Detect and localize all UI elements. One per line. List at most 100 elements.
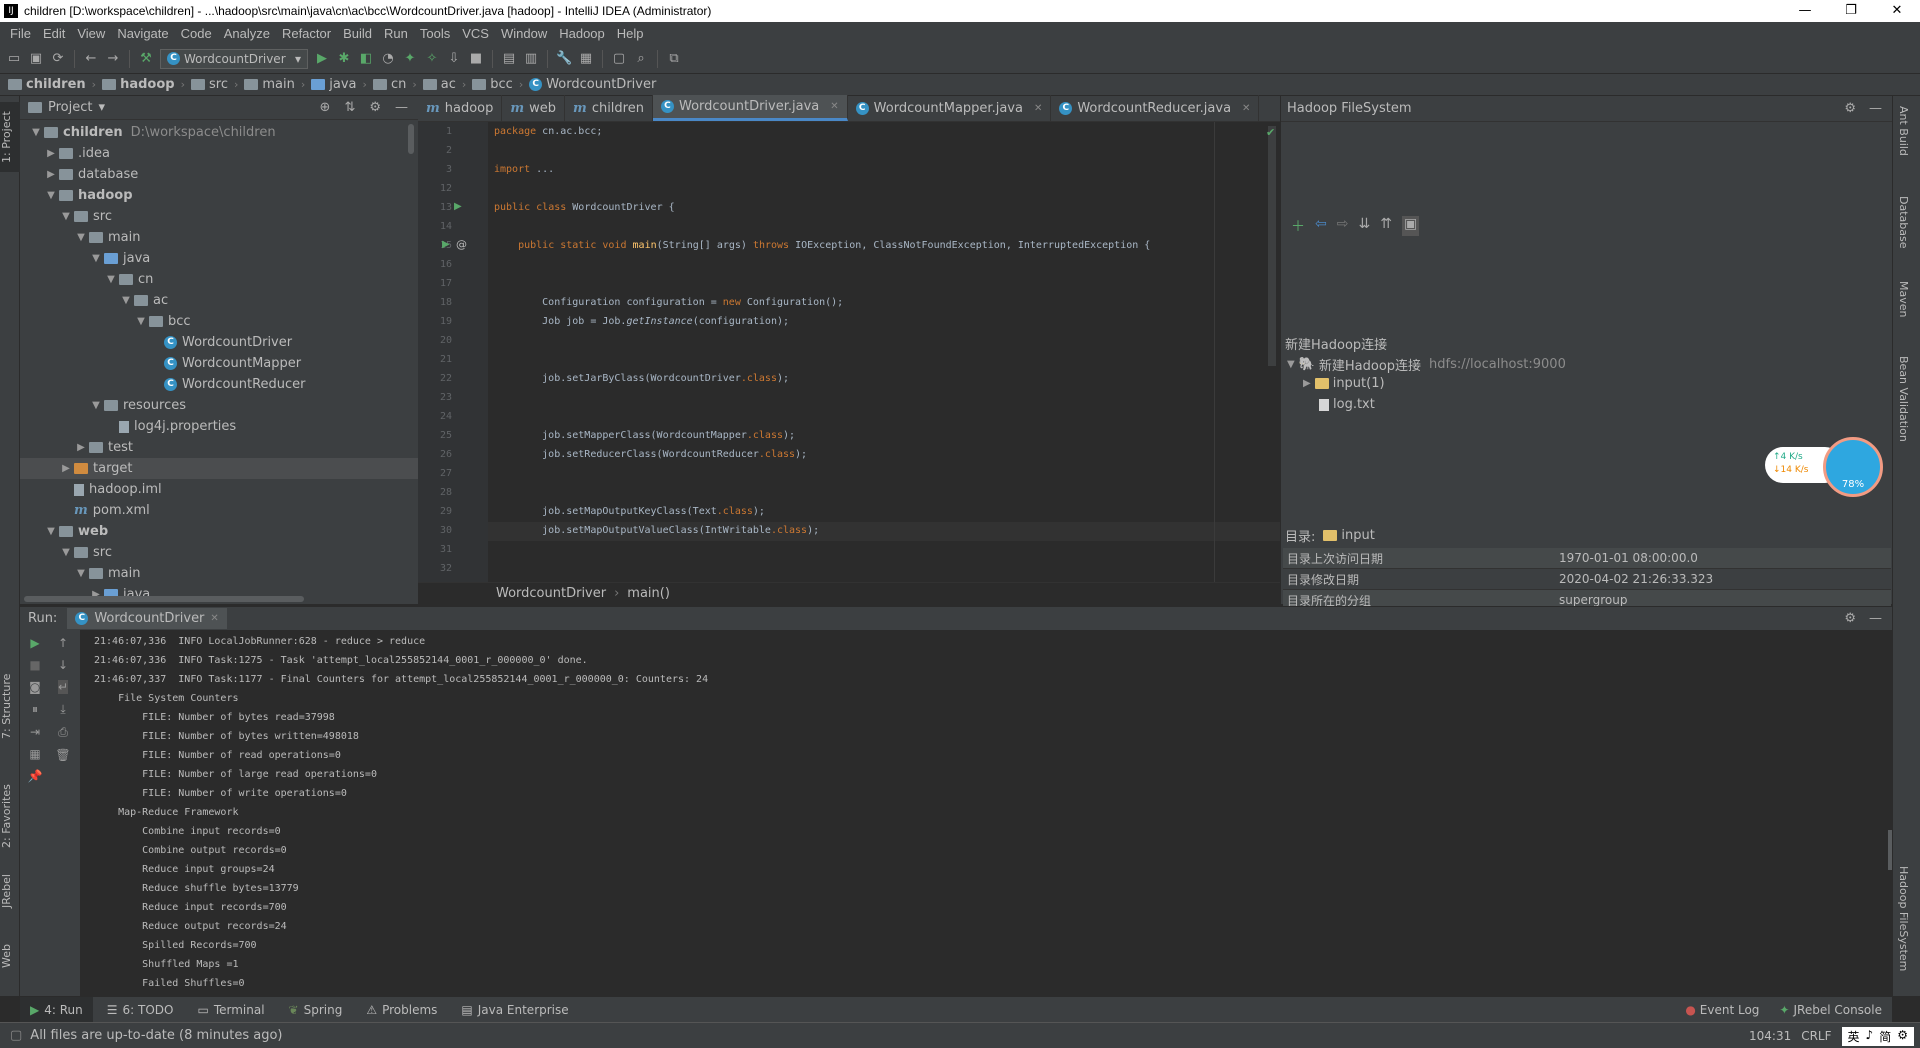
tab-web[interactable]: Web [0,936,20,976]
expanded-arrow-icon[interactable]: ▼ [133,316,149,327]
soft-wrap-icon[interactable]: ↵ [57,680,69,694]
menu-tools[interactable]: Tools [414,26,456,41]
breadcrumb-item[interactable]: C WordcountDriver [529,77,656,92]
tab-structure[interactable]: 7: Structure [0,666,20,746]
search-icon[interactable]: ⌕ [633,51,649,67]
scroll-to-end-icon[interactable]: ⤓ [60,702,65,717]
menu-analyze[interactable]: Analyze [218,26,276,41]
menu-build[interactable]: Build [337,26,378,41]
close-icon[interactable]: ✕ [1242,103,1250,114]
tree-item[interactable]: m pom.xml [20,500,418,521]
hide-panel-icon[interactable]: — [1869,101,1882,116]
tree-item[interactable]: ▼ bcc [20,311,418,332]
code-line[interactable]: public class WordcountDriver { [494,202,675,213]
tab-jrebel[interactable]: JRebel [0,866,20,916]
sync-icon[interactable]: ⟳ [50,51,66,67]
tab-todo[interactable]: ☰ 6: TODO [97,997,184,1023]
maximize-button[interactable]: ❐ [1828,0,1874,22]
update-icon[interactable]: ▥ [523,51,539,67]
tree-item[interactable]: C WordcountReducer [20,374,418,395]
back-icon[interactable]: ← [83,51,99,67]
tree-item[interactable]: ▼ cn [20,269,418,290]
code-line[interactable]: job.setMapperClass(WordcountMapper.class… [494,430,795,441]
layout-toggle-icon[interactable]: ▢ [10,1028,22,1043]
ime-item[interactable]: 简 [1879,1028,1891,1045]
jrebel-run-icon[interactable]: ✦ [402,51,418,67]
expanded-arrow-icon[interactable]: ▼ [43,526,59,537]
debug-icon[interactable]: ✱ [336,51,352,67]
expanded-arrow-icon[interactable]: ▼ [1287,359,1295,370]
terminal-window-icon[interactable]: ▢ [611,51,627,67]
chevron-down-icon[interactable]: ▾ [98,100,105,115]
tab-java-enterprise[interactable]: ▤ Java Enterprise [451,997,578,1023]
tab-run[interactable]: ▶ 4: Run [20,996,93,1023]
minimize-button[interactable]: — [1782,0,1828,22]
breadcrumb-item[interactable]: ac [422,77,456,92]
expand-all-icon[interactable]: ⇊ [1358,216,1370,236]
tree-item[interactable]: ▼ main [20,227,418,248]
expanded-arrow-icon[interactable]: ▼ [73,568,89,579]
editor-tab[interactable]: m hadoop [418,95,503,121]
services-icon[interactable]: ⧉ [666,51,682,67]
editor-scrollbar[interactable] [1268,126,1276,366]
tree-item[interactable]: ▼ java [20,248,418,269]
tree-item[interactable]: ▼ web [20,521,418,542]
collapse-all-icon[interactable]: ⇈ [1380,216,1392,236]
close-icon[interactable]: ✕ [1034,103,1042,114]
tree-item[interactable]: ▶ test [20,437,418,458]
hide-panel-icon[interactable]: — [1869,611,1882,626]
code-line[interactable]: job.setReducerClass(WordcountReducer.cla… [494,449,807,460]
project-panel-title[interactable]: Project [48,100,92,115]
export-icon[interactable]: ⇥ [30,725,40,739]
horizontal-scrollbar[interactable] [24,596,304,602]
close-icon[interactable]: ✕ [830,101,838,112]
code-line[interactable]: public static void main(String[] args) t… [494,240,1150,251]
tree-item[interactable]: hadoop.iml [20,479,418,500]
tab-maven[interactable]: Maven [1897,281,1910,317]
tab-database[interactable]: Database [1897,196,1910,249]
collapsed-arrow-icon[interactable]: ▶ [58,463,74,474]
code-line[interactable]: import ... [494,164,554,175]
expanded-arrow-icon[interactable]: ▼ [118,295,134,306]
vcs-icon[interactable]: ▤ [501,51,517,67]
expanded-arrow-icon[interactable]: ▼ [73,232,89,243]
breadcrumb-item[interactable]: hadoop [102,77,175,92]
stop-icon[interactable]: ■ [29,658,40,672]
property-row[interactable]: 目录修改日期 2020-04-02 21:26:33.323 [1283,569,1891,590]
settings-panel-icon[interactable]: ▣ [1401,216,1420,236]
menu-run[interactable]: Run [378,26,414,41]
breadcrumb-item[interactable]: bcc [472,77,513,92]
tree-item[interactable]: ▶ .idea [20,143,418,164]
forward-icon[interactable]: → [105,51,121,67]
ime-item[interactable]: 英 [1848,1028,1860,1045]
menu-edit[interactable]: Edit [37,26,71,41]
run-gutter-icon[interactable]: ▶ [442,239,450,250]
expanded-arrow-icon[interactable]: ▼ [88,400,104,411]
expanded-arrow-icon[interactable]: ▼ [103,274,119,285]
add-connection-icon[interactable]: ＋ [1291,216,1305,236]
tab-project[interactable]: 1: Project [0,102,20,172]
breadcrumb-item[interactable]: src [191,77,228,92]
editor-tab[interactable]: C WordcountDriver.java ✕ [652,95,848,121]
menu-help[interactable]: Help [611,26,650,41]
layout-icon[interactable]: ▦ [29,747,40,761]
pause-icon[interactable]: ⏸ [32,702,38,717]
code-editor[interactable]: 1 2 3 12 13 14 15 16 17 18 19 20 21 22 23 24 25 26 27 28 29 3… [418,122,1280,582]
menu-refactor[interactable]: Refactor [276,26,337,41]
expanded-arrow-icon[interactable]: ▼ [58,211,74,222]
code-line[interactable]: Job job = Job.getInstance(configuration)… [494,316,789,327]
forward-icon[interactable]: ⇨ [1337,216,1349,236]
code-line[interactable]: Configuration configuration = new Config… [494,297,843,308]
rerun-icon[interactable]: ▶ [30,636,39,650]
menu-file[interactable]: File [4,26,37,41]
vertical-scrollbar[interactable] [408,124,414,154]
tab-bean-validation[interactable]: Bean Validation [1897,356,1910,442]
run-icon[interactable]: ▶ [314,51,330,67]
expanded-arrow-icon[interactable]: ▼ [58,547,74,558]
save-icon[interactable]: ▣ [28,51,44,67]
collapse-all-icon[interactable]: ⇅ [344,100,355,115]
tree-item[interactable]: log4j.properties [20,416,418,437]
code-line[interactable]: job.setMapOutputKeyClass(Text.class); [494,506,765,517]
locate-file-icon[interactable]: ⊕ [320,100,331,115]
network-speed-widget[interactable]: ↑4 K/s ↓14 K/s 78% [1765,437,1883,497]
